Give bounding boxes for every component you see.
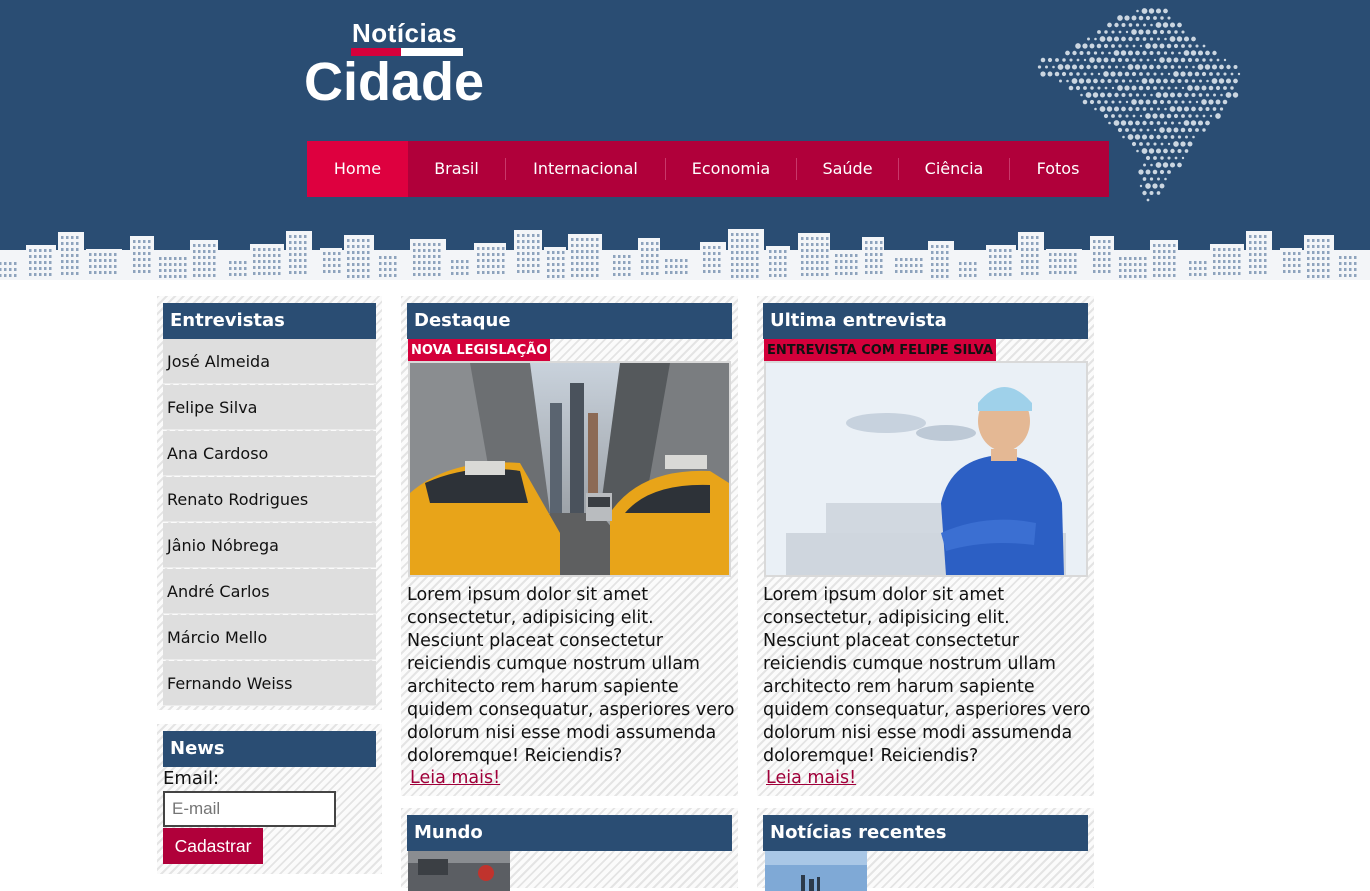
interview-panel: Ultima entrevista ENTREVISTA COM FELIPE …: [757, 296, 1094, 796]
interviews-title: Entrevistas: [163, 303, 376, 339]
logo-main-text: Cidade: [304, 52, 485, 112]
site-header: Notícias Cidade Home Brasil Internaciona…: [0, 0, 1370, 280]
newsletter-title: News: [163, 731, 376, 767]
featured-tag: NOVA LEGISLAÇÃO: [408, 339, 551, 361]
featured-panel: Destaque NOVA LEGISLAÇÃO Lorem ipsum dol…: [401, 296, 738, 796]
featured-read-more-link[interactable]: Leia mais!: [410, 768, 500, 788]
interviews-panel: Entrevistas José Almeida Felipe Silva An…: [157, 296, 382, 710]
interview-title: Ultima entrevista: [763, 303, 1088, 339]
doctor-photo[interactable]: [764, 361, 1088, 577]
nav-internacional[interactable]: Internacional: [506, 141, 665, 197]
interview-text: Lorem ipsum dolor sit amet consectetur, …: [763, 585, 1091, 766]
interview-link[interactable]: Jânio Nóbrega: [163, 523, 376, 568]
email-input[interactable]: [163, 791, 336, 827]
city-skyline-illustration: [0, 229, 1370, 280]
interview-link[interactable]: Márcio Mello: [163, 615, 376, 660]
nav-ciencia[interactable]: Ciência: [899, 141, 1009, 197]
world-title: Mundo: [407, 815, 732, 851]
interview-read-more-link[interactable]: Leia mais!: [766, 768, 856, 788]
doctor-image: [766, 363, 1086, 575]
nav-brasil[interactable]: Brasil: [408, 141, 505, 197]
interview-link[interactable]: Renato Rodrigues: [163, 477, 376, 522]
recent-panel: Notícias recentes: [757, 808, 1094, 891]
taxi-street-image: [410, 363, 729, 575]
world-thumbnail-image[interactable]: [408, 851, 510, 891]
interview-tag: ENTREVISTA COM FELIPE SILVA: [764, 339, 997, 361]
main-nav: Home Brasil Internacional Economia Saúde…: [307, 141, 1109, 197]
nav-home[interactable]: Home: [307, 141, 408, 197]
nav-fotos[interactable]: Fotos: [1010, 141, 1106, 197]
email-label: Email:: [163, 768, 220, 789]
interview-link[interactable]: José Almeida: [163, 339, 376, 384]
interview-link[interactable]: Ana Cardoso: [163, 431, 376, 476]
nav-economia[interactable]: Economia: [666, 141, 796, 197]
featured-text: Lorem ipsum dolor sit amet consectetur, …: [407, 585, 735, 766]
logo-top-text: Notícias: [352, 18, 458, 48]
nav-saude[interactable]: Saúde: [797, 141, 898, 197]
recent-thumbnail-image[interactable]: [765, 851, 867, 891]
world-panel: Mundo: [401, 808, 738, 891]
newsletter-panel: News Email: Cadastrar: [157, 724, 382, 874]
taxi-photo[interactable]: [408, 361, 731, 577]
subscribe-button[interactable]: Cadastrar: [163, 828, 263, 864]
interview-link[interactable]: André Carlos: [163, 569, 376, 614]
interview-link[interactable]: Felipe Silva: [163, 385, 376, 430]
interview-link[interactable]: Fernando Weiss: [163, 661, 376, 706]
recent-title: Notícias recentes: [763, 815, 1088, 851]
featured-title: Destaque: [407, 303, 732, 339]
